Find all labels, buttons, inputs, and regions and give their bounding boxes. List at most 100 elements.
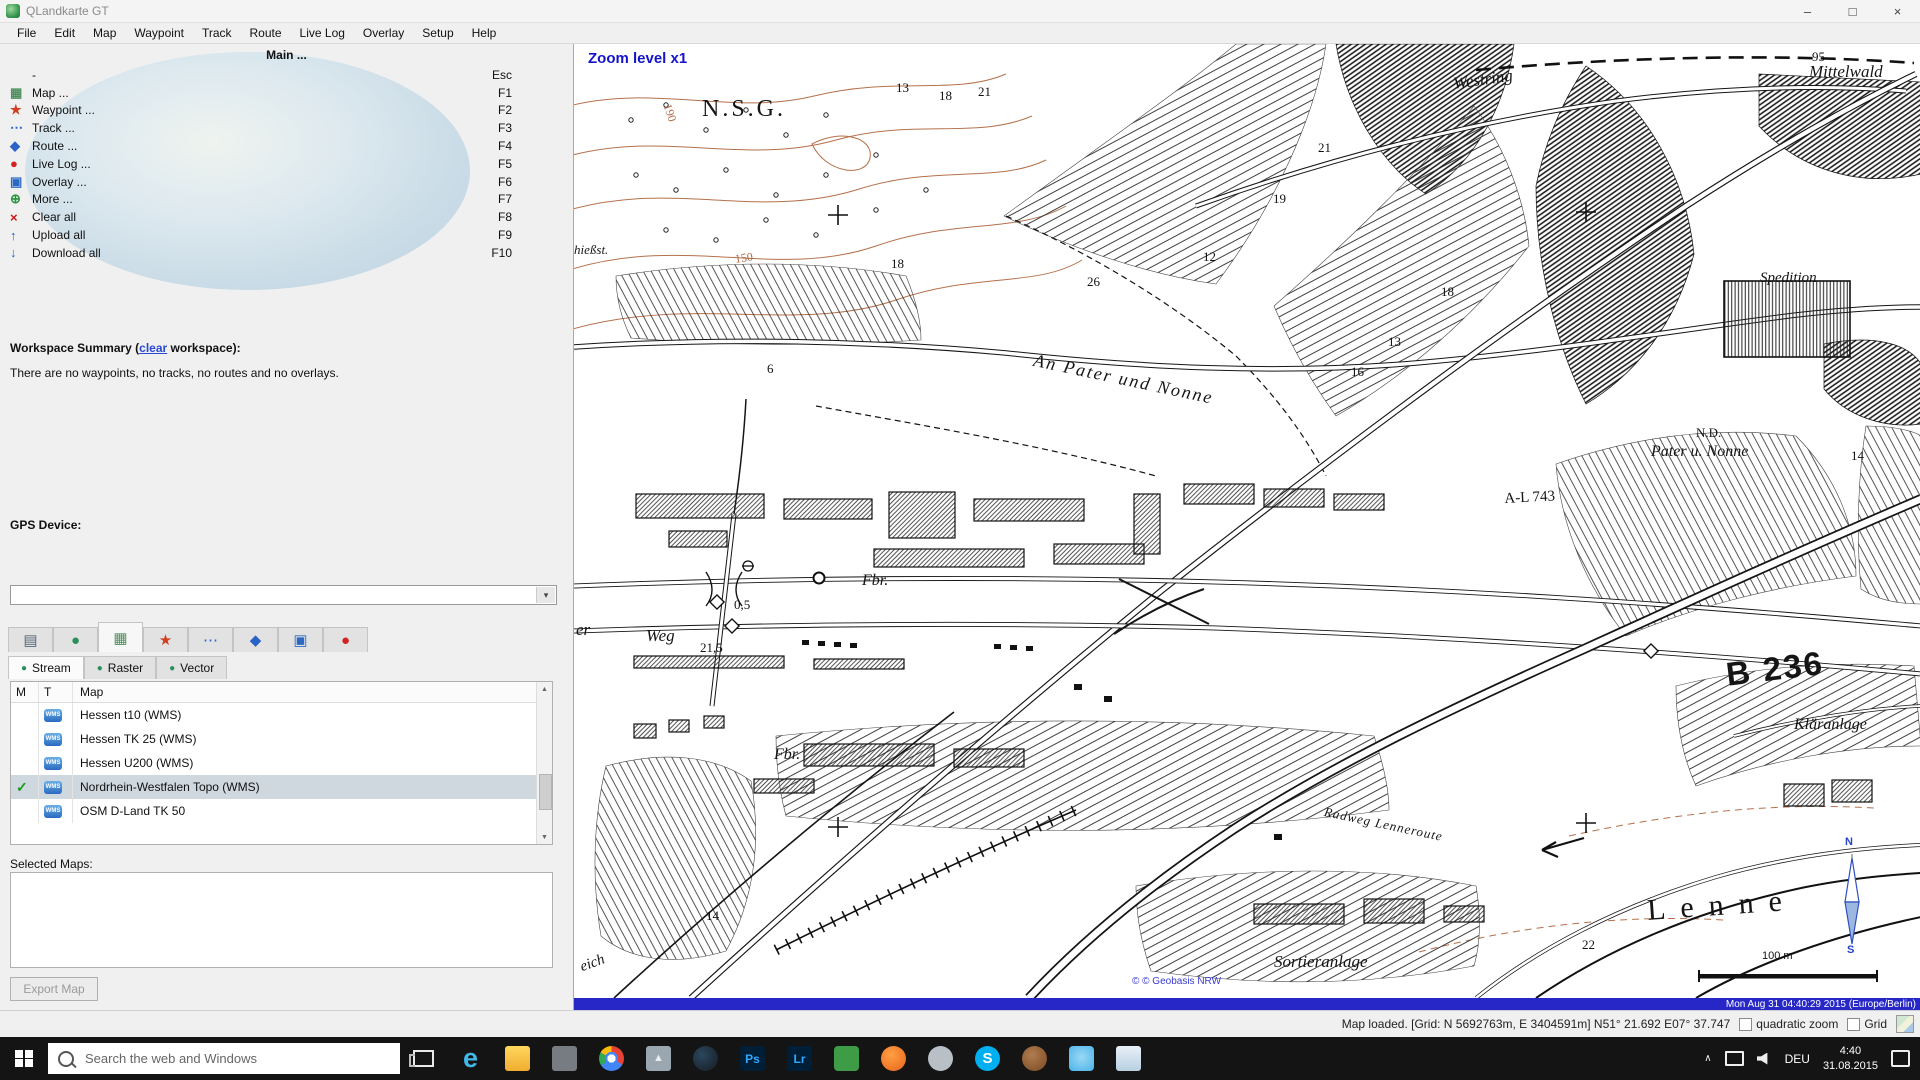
map-label-nd: N.D. (1696, 425, 1721, 441)
table-scrollbar[interactable]: ▲ ▼ (536, 682, 552, 844)
workspace-summary-title: Workspace Summary (clear workspace): (10, 341, 241, 355)
sidebar-action[interactable]: ↓ Download all F10 (0, 244, 548, 262)
source-tab[interactable]: ● Raster (84, 656, 156, 679)
action-label: Map ... (32, 86, 498, 100)
app-icon-chrome[interactable] (588, 1037, 635, 1080)
table-row-selected[interactable]: ✓ WMS Nordrhein-Westfalen Topo (WMS) (11, 775, 538, 799)
table-row[interactable]: WMS Hessen t10 (WMS) (11, 703, 538, 727)
search-input[interactable] (83, 1050, 377, 1067)
quadratic-zoom-checkbox[interactable] (1739, 1018, 1752, 1031)
grid-checkbox[interactable] (1847, 1018, 1860, 1031)
map-attribution: © © Geobasis NRW (1132, 976, 1221, 987)
notification-center-icon[interactable] (1891, 1050, 1910, 1067)
sidebar-action[interactable]: ● Live Log ... F5 (0, 155, 548, 173)
sidebar-action[interactable]: ⋯ Track ... F3 (0, 119, 548, 137)
menu-item[interactable]: Live Log (291, 24, 354, 42)
menu-item[interactable]: Map (84, 24, 125, 42)
app-icon-file-explorer[interactable] (494, 1037, 541, 1080)
menu-item[interactable]: Track (193, 24, 241, 42)
app-icon-steam[interactable] (682, 1037, 729, 1080)
sidebar-action[interactable]: ◆ Route ... F4 (0, 137, 548, 155)
app-icon-gray-app[interactable] (917, 1037, 964, 1080)
map-view[interactable]: Zoom level x1 N.S.G. Westring Mittelwald… (573, 44, 1920, 1010)
clear-workspace-link[interactable]: clear (139, 341, 167, 355)
app-icon-photos[interactable]: ▲ (635, 1037, 682, 1080)
sidebar-action[interactable]: ↑ Upload all F9 (0, 226, 548, 244)
app-icon-photoshop[interactable]: Ps (729, 1037, 776, 1080)
wms-icon: WMS (44, 805, 62, 818)
chevron-down-icon[interactable]: ▾ (536, 587, 555, 603)
table-row[interactable]: WMS OSM D-Land TK 50 (11, 799, 538, 823)
app-icon-edge[interactable]: e (447, 1037, 494, 1080)
map-label-al743: A-L 743 (1504, 488, 1556, 508)
app-icon-skype[interactable]: S (964, 1037, 1011, 1080)
app-icon-store[interactable] (541, 1037, 588, 1080)
scroll-up-icon[interactable]: ▲ (537, 682, 552, 696)
source-tab[interactable]: ● Stream (8, 656, 84, 679)
tab-map-icon[interactable]: ▦ (98, 622, 143, 652)
scroll-down-icon[interactable]: ▼ (537, 830, 552, 844)
app-icon-brown-app[interactable] (1011, 1037, 1058, 1080)
spot-height-label: 21,5 (700, 640, 723, 656)
start-button[interactable] (0, 1037, 48, 1080)
tab-globe-icon[interactable]: ● (53, 627, 98, 652)
app-icon-green-app[interactable] (823, 1037, 870, 1080)
globe-icon: ● (97, 663, 103, 674)
maximize-button[interactable]: □ (1830, 0, 1875, 22)
taskbar-search[interactable] (48, 1043, 400, 1074)
menu-item[interactable]: Setup (413, 24, 462, 42)
action-shortcut: F3 (498, 121, 512, 135)
menu-item[interactable]: Waypoint (125, 24, 193, 42)
tab-track-icon[interactable]: ⋯ (188, 627, 233, 652)
app-icon-light-app[interactable] (1105, 1037, 1152, 1080)
action-shortcut: F7 (498, 192, 512, 206)
tab-waypoint-icon[interactable]: ★ (143, 627, 188, 652)
network-icon[interactable] (1725, 1051, 1744, 1066)
scrollbar-thumb[interactable] (539, 774, 552, 810)
action-label: Download all (32, 246, 491, 260)
spot-height-label: 0,5 (734, 597, 750, 613)
close-button[interactable]: × (1875, 0, 1920, 22)
checkmark-icon: ✓ (16, 779, 28, 796)
source-tab-label: Vector (180, 661, 214, 675)
source-tab[interactable]: ● Vector (156, 656, 227, 679)
tab-overlay-icon[interactable]: ▣ (278, 627, 323, 652)
selected-maps-box[interactable] (10, 872, 553, 968)
sidebar-action[interactable]: ▦ Map ... F1 (0, 84, 548, 102)
language-indicator[interactable]: DEU (1785, 1052, 1810, 1066)
volume-icon[interactable] (1757, 1053, 1772, 1065)
table-row[interactable]: WMS Hessen U200 (WMS) (11, 751, 538, 775)
table-row[interactable]: WMS Hessen TK 25 (WMS) (11, 727, 538, 751)
action-icon: ● (10, 156, 32, 171)
clock-date: 31.08.2015 (1823, 1059, 1878, 1073)
app-icon-blue-bird-app[interactable] (1058, 1037, 1105, 1080)
sidebar-action[interactable]: × Clear all F8 (0, 208, 548, 226)
tab-livelog-icon[interactable]: ● (323, 627, 368, 652)
menu-item[interactable]: Help (463, 24, 506, 42)
scale-bar-label: 100 m (1762, 950, 1793, 962)
task-view-button[interactable] (400, 1037, 447, 1080)
menu-item[interactable]: Route (241, 24, 291, 42)
tray-chevron-icon[interactable]: ∧ (1704, 1053, 1711, 1064)
map-label-spedition: Spedition (1760, 270, 1817, 287)
sidebar-action[interactable]: ⊕ More ... F7 (0, 191, 548, 209)
sidebar-action[interactable]: ▣ Overlay ... F6 (0, 173, 548, 191)
app-icon-audio-app[interactable] (870, 1037, 917, 1080)
wms-icon: WMS (44, 757, 62, 770)
taskbar-app-list: e ▲ Ps (447, 1037, 1152, 1080)
menu-item[interactable]: File (8, 24, 45, 42)
export-map-button[interactable]: Export Map (10, 977, 98, 1001)
sidebar-action[interactable]: - Esc (0, 66, 548, 84)
sidebar-action[interactable]: ★ Waypoint ... F2 (0, 102, 548, 120)
minimize-button[interactable]: – (1785, 0, 1830, 22)
taskbar-clock[interactable]: 4:40 31.08.2015 (1823, 1044, 1878, 1073)
action-icon: ▣ (10, 174, 32, 190)
app-icon-lightroom[interactable]: Lr (776, 1037, 823, 1080)
search-icon (58, 1051, 74, 1067)
tab-all-icon[interactable]: ▤ (8, 627, 53, 652)
map-thumbnail-icon[interactable] (1896, 1015, 1914, 1033)
tab-route-icon[interactable]: ◆ (233, 627, 278, 652)
menu-item[interactable]: Edit (45, 24, 84, 42)
gps-device-select[interactable]: ▾ (10, 585, 557, 605)
menu-item[interactable]: Overlay (354, 24, 413, 42)
